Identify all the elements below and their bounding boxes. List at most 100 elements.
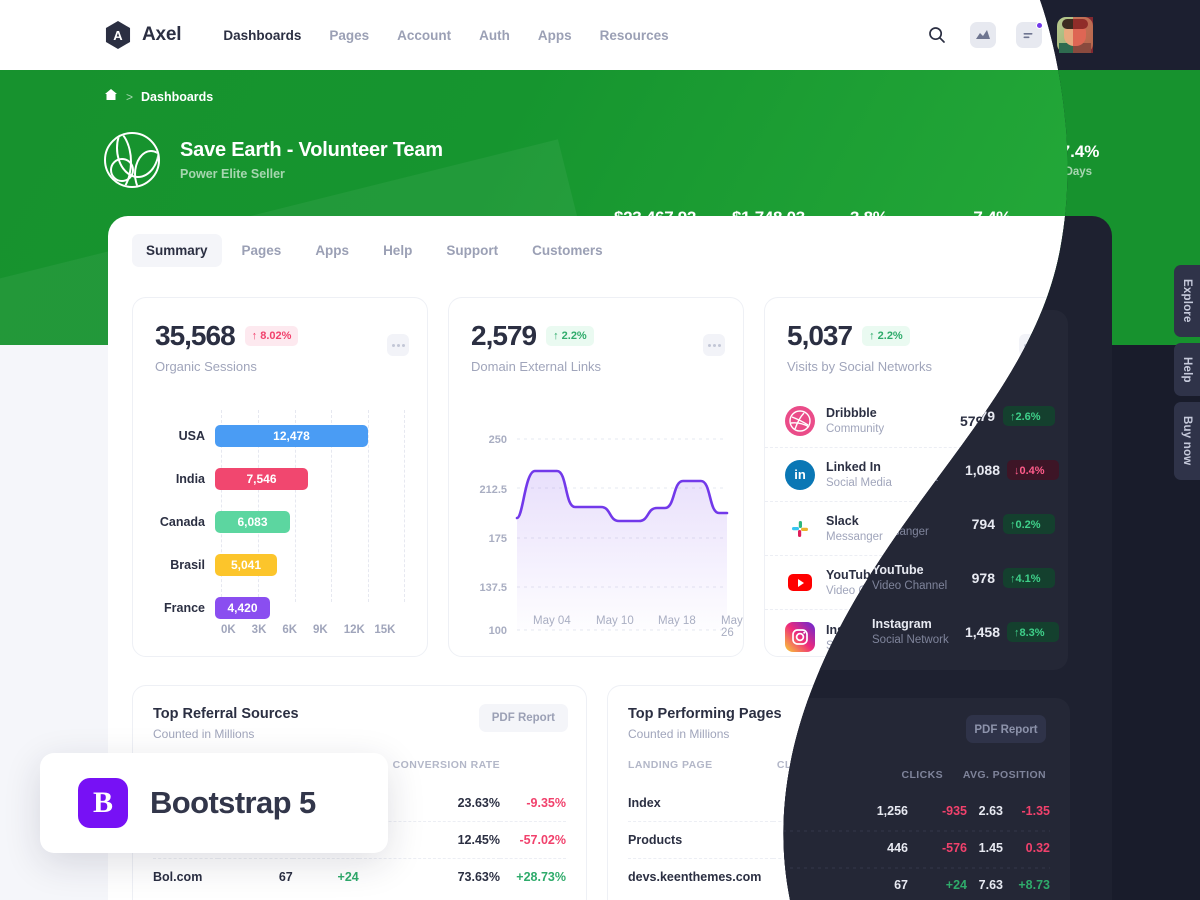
instagram-icon xyxy=(785,622,815,652)
nav-link-account[interactable]: Account xyxy=(397,28,451,43)
cell-sessions-delta: +24 xyxy=(292,858,359,895)
tab-summary[interactable]: Summary xyxy=(132,234,222,267)
cell-page: Index xyxy=(628,796,661,810)
breadcrumb-item-dashboards[interactable]: Dashboards xyxy=(141,90,213,104)
social-delta-badge: ↓ 0.4% xyxy=(993,464,1041,485)
social-name: Dribbble xyxy=(826,406,877,420)
column-header-rate-delta xyxy=(500,759,566,785)
bar-value: 6,083 xyxy=(215,511,290,533)
side-rail: Explore Help Buy now xyxy=(1174,265,1200,480)
bar-row-france: France 4,420 xyxy=(133,592,429,624)
pdf-report-button[interactable]: PDF Report xyxy=(953,704,1043,732)
table-row[interactable]: Bol.com 67 +24 73.63% +28.73% xyxy=(153,858,566,895)
social-name: YouTube xyxy=(826,568,878,582)
social-sub: Messanger xyxy=(826,531,883,543)
list-item[interactable]: YouTube Video Channel 978 ↑ 4.1% xyxy=(765,556,1061,610)
organic-sessions-value: 35,568 xyxy=(155,320,236,351)
pdf-report-button[interactable]: PDF Report xyxy=(478,704,568,732)
bar-chart-x-axis: 0K 3K 6K 9K 12K 15K xyxy=(221,624,405,636)
cell-page: Products xyxy=(628,821,774,859)
cell-rate-delta: -9.35% xyxy=(526,796,566,810)
cell-rate-delta: +28.73% xyxy=(500,858,566,895)
more-options-icon[interactable] xyxy=(1019,334,1041,356)
user-avatar[interactable] xyxy=(1060,17,1096,53)
cell-page: devs.keenthemes.com xyxy=(628,858,774,895)
bootstrap-logo-icon: B xyxy=(78,778,128,828)
list-item[interactable]: Dribbble Community 579 ↑ 2.6% xyxy=(765,394,1061,448)
social-networks-list: Dribbble Community 579 ↑ 2.6% in Linked … xyxy=(765,394,1061,664)
list-item[interactable]: Slack Messanger 794 ↑ 0.2% xyxy=(765,502,1061,556)
linkedin-icon: in xyxy=(785,459,815,490)
social-sub: Video Channel xyxy=(826,585,902,597)
dribbble-icon xyxy=(785,405,815,436)
bar-row-canada: Canada 6,083 xyxy=(133,506,429,538)
search-icon[interactable] xyxy=(922,20,952,50)
more-options-icon[interactable] xyxy=(703,334,725,356)
nav-link-dashboards[interactable]: Dashboards xyxy=(223,28,301,43)
tab-help[interactable]: Help xyxy=(369,234,426,267)
y-tick: 100 xyxy=(488,625,507,637)
rail-button-buy-now[interactable]: Buy now xyxy=(1174,402,1200,480)
bar-label: Brasil xyxy=(170,558,205,572)
cell-source: Bol.com xyxy=(153,858,218,895)
organic-sessions-badge: ↑ 8.02% xyxy=(244,326,299,346)
rail-button-help[interactable]: Help xyxy=(1174,342,1200,397)
globe-icon xyxy=(104,132,160,188)
main-nav-links: Dashboards Pages Account Auth Apps Resou… xyxy=(223,28,668,43)
brand-logo[interactable]: A Axel xyxy=(104,21,182,49)
domain-links-value: 2,579 xyxy=(471,320,537,351)
top-navigation-bar: A Axel Dashboards Pages Account Auth App… xyxy=(0,0,1200,70)
tab-support[interactable]: Support xyxy=(432,234,512,267)
nav-link-resources[interactable]: Resources xyxy=(600,28,669,43)
bootstrap-5-badge-card[interactable]: B Bootstrap 5 xyxy=(40,753,388,853)
cell-clicks: 67 xyxy=(773,858,819,895)
x-tick: May 04 xyxy=(533,615,571,627)
cell-position-delta: +8.73 xyxy=(975,858,1041,895)
bootstrap-label: Bootstrap 5 xyxy=(150,785,316,820)
social-delta-badge: ↑ 8.3% xyxy=(993,627,1041,647)
tab-customers[interactable]: Customers xyxy=(518,234,617,267)
bar-row-brasil: Brasil 5,041 xyxy=(133,549,429,581)
list-item[interactable]: Instagram Social Network 1,458 ↑ 8.3% xyxy=(765,610,1061,664)
slack-icon xyxy=(785,514,815,544)
bar-label: India xyxy=(175,472,205,486)
x-tick: 15K xyxy=(374,624,396,636)
area-chart-svg xyxy=(515,438,729,631)
bar-value: 5,041 xyxy=(215,554,277,576)
list-item[interactable]: in Linked In Social Media 1,088 ↓ 0.4% xyxy=(765,448,1061,502)
social-sub: Community xyxy=(826,423,885,435)
more-options-icon[interactable] xyxy=(387,334,409,356)
table-row[interactable]: Products 446 -576 1.45 0.32 xyxy=(628,821,1041,859)
nav-link-apps[interactable]: Apps xyxy=(538,28,572,43)
x-tick: May 18 xyxy=(658,615,696,627)
x-tick: 0K xyxy=(221,624,236,636)
tab-pages[interactable]: Pages xyxy=(228,234,296,267)
bar-row-india: India 7,546 xyxy=(133,463,429,495)
social-name: Slack xyxy=(826,514,859,528)
cell-position: 7.63 xyxy=(884,858,975,895)
card-header: 2,579 ↑ 2.2% Domain External Links xyxy=(449,298,743,374)
bar-label: USA xyxy=(178,429,205,443)
y-tick: 175 xyxy=(488,533,507,545)
cell-clicks: 1,256 xyxy=(787,796,819,810)
activity-chart-icon[interactable] xyxy=(968,20,998,50)
table-row[interactable]: devs.keenthemes.com 67 +24 7.63 +8.73 xyxy=(628,858,1041,895)
domain-links-label: Domain External Links xyxy=(471,359,602,374)
card-visits-by-social-networks: 5,037 ↑ 2.2% Visits by Social Networks D… xyxy=(764,297,1061,657)
x-tick: 12K xyxy=(343,624,365,636)
notifications-icon[interactable] xyxy=(1014,20,1044,50)
social-sub: Social Media xyxy=(826,477,892,489)
rail-button-explore[interactable]: Explore xyxy=(1174,265,1200,337)
nav-link-pages[interactable]: Pages xyxy=(329,28,369,43)
cell-clicks-delta: +24 xyxy=(818,858,885,895)
table-row[interactable]: Index 1,256 -935 2.63 -1.35 xyxy=(628,785,1041,822)
nav-link-auth[interactable]: Auth xyxy=(479,28,510,43)
social-sub: Social Network xyxy=(826,639,903,652)
column-header-landing-page: LANDING PAGE xyxy=(628,759,713,771)
tab-apps[interactable]: Apps xyxy=(301,234,363,267)
x-tick: May 10 xyxy=(596,615,634,627)
performing-pages-table: LANDING PAGE CLICKS AVG. POSITION Index … xyxy=(628,759,1041,895)
column-header-position-delta xyxy=(975,759,1041,785)
social-value: 794 xyxy=(960,520,984,537)
home-icon[interactable] xyxy=(104,88,118,106)
